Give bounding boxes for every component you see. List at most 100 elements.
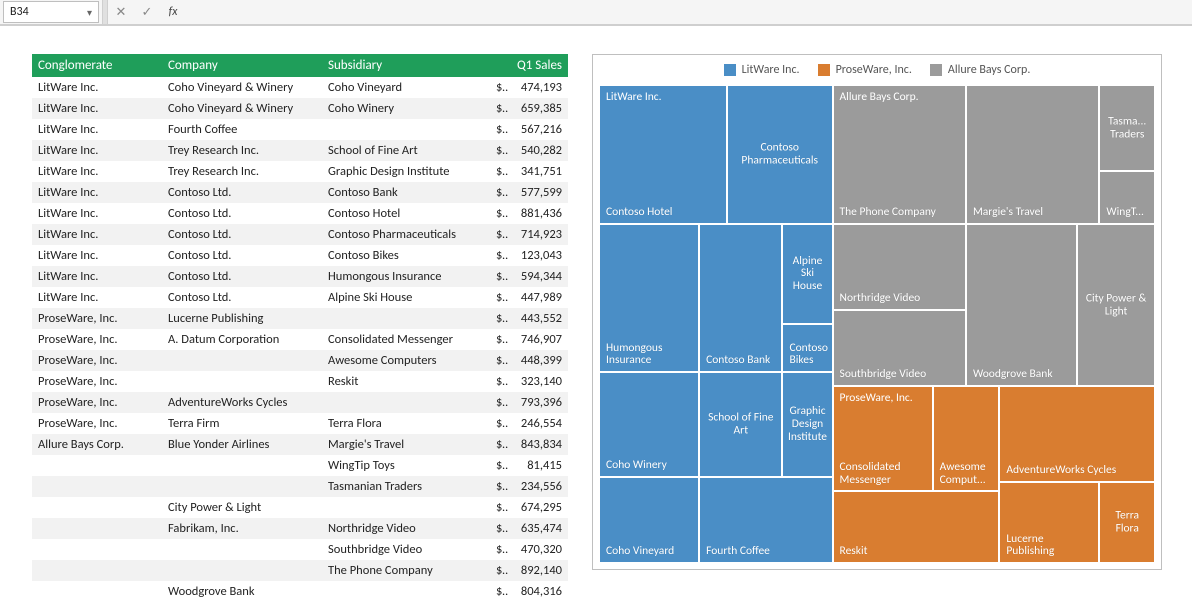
cell-company[interactable]: Coho Vineyard & Winery — [162, 98, 322, 119]
cell-subsidiary[interactable]: WingTip Toys — [322, 455, 490, 476]
treemap-chart[interactable]: LitWare Inc. ProseWare, Inc. Allure Bays… — [592, 54, 1162, 570]
cell-currency[interactable]: $ — [490, 392, 508, 413]
cell-currency[interactable]: $ — [490, 161, 508, 182]
tile-adventure[interactable]: AdventureWorks Cycles — [999, 386, 1155, 482]
table-row[interactable]: LitWare Inc.Contoso Ltd.Humongous Insura… — [32, 266, 568, 287]
header-conglomerate[interactable]: Conglomerate — [32, 54, 162, 77]
cell-currency[interactable]: $ — [490, 476, 508, 497]
cell-conglomerate[interactable] — [32, 518, 162, 539]
cell-company[interactable]: A. Datum Corporation — [162, 329, 322, 350]
header-subsidiary[interactable]: Subsidiary — [322, 54, 490, 77]
cell-currency[interactable]: $ — [490, 266, 508, 287]
cell-conglomerate[interactable]: LitWare Inc. — [32, 224, 162, 245]
cell-conglomerate[interactable]: LitWare Inc. — [32, 161, 162, 182]
cell-subsidiary[interactable]: Contoso Pharmaceuticals — [322, 224, 490, 245]
cancel-icon[interactable]: ✕ — [108, 0, 134, 24]
cell-value[interactable]: 447,989 — [508, 287, 568, 308]
header-company[interactable]: Company — [162, 54, 322, 77]
cell-currency[interactable]: $ — [490, 140, 508, 161]
cell-currency[interactable]: $ — [490, 455, 508, 476]
tile-reskit[interactable]: Reskit — [833, 491, 1000, 563]
tile-northridge[interactable]: Northridge Video — [833, 224, 966, 310]
cell-value[interactable]: 234,556 — [508, 476, 568, 497]
cell-subsidiary[interactable]: Tasmanian Traders — [322, 476, 490, 497]
tile-margies[interactable]: Margie's Travel — [966, 85, 1099, 224]
tile-lucerne[interactable]: Lucerne Publishing — [999, 482, 1099, 563]
table-row[interactable]: LitWare Inc.Contoso Ltd.Contoso Bank$577… — [32, 182, 568, 203]
cell-currency[interactable]: $ — [490, 350, 508, 371]
cell-value[interactable]: 635,474 — [508, 518, 568, 539]
cell-conglomerate[interactable]: LitWare Inc. — [32, 287, 162, 308]
cell-currency[interactable]: $ — [490, 329, 508, 350]
cell-subsidiary[interactable]: Terra Flora — [322, 413, 490, 434]
cell-subsidiary[interactable]: School of Fine Art — [322, 140, 490, 161]
cell-company[interactable] — [162, 371, 322, 392]
cell-company[interactable] — [162, 476, 322, 497]
cell-currency[interactable]: $ — [490, 413, 508, 434]
enter-icon[interactable]: ✓ — [134, 0, 160, 24]
cell-conglomerate[interactable]: ProseWare, Inc. — [32, 413, 162, 434]
table-row[interactable]: Tasmanian Traders$234,556 — [32, 476, 568, 497]
cell-company[interactable]: Contoso Ltd. — [162, 266, 322, 287]
cell-conglomerate[interactable]: ProseWare, Inc. — [32, 308, 162, 329]
cell-currency[interactable]: $ — [490, 77, 508, 98]
cell-company[interactable]: Lucerne Publishing — [162, 308, 322, 329]
cell-conglomerate[interactable]: ProseWare, Inc. — [32, 350, 162, 371]
tile-alpine[interactable]: Alpine Ski House — [782, 224, 832, 324]
treemap-plot-area[interactable]: LitWare Inc. Contoso Hotel Contoso Pharm… — [599, 85, 1155, 563]
table-row[interactable]: Southbridge Video$470,320 — [32, 539, 568, 560]
tile-contoso-bikes[interactable]: Contoso Bikes — [782, 324, 832, 372]
cell-conglomerate[interactable] — [32, 497, 162, 518]
table-row[interactable]: ProseWare, Inc.AdventureWorks Cycles$793… — [32, 392, 568, 413]
tile-contoso-hotel[interactable]: LitWare Inc. Contoso Hotel — [599, 85, 727, 224]
cell-conglomerate[interactable]: ProseWare, Inc. — [32, 329, 162, 350]
cell-value[interactable]: 448,399 — [508, 350, 568, 371]
cell-company[interactable]: Terra Firm — [162, 413, 322, 434]
cell-company[interactable]: Contoso Ltd. — [162, 203, 322, 224]
cell-value[interactable]: 123,043 — [508, 245, 568, 266]
cell-value[interactable]: 443,552 — [508, 308, 568, 329]
cell-subsidiary[interactable]: Coho Winery — [322, 98, 490, 119]
tile-coho-vineyard[interactable]: Coho Vineyard — [599, 477, 699, 563]
cell-value[interactable]: 659,385 — [508, 98, 568, 119]
cell-subsidiary[interactable] — [322, 497, 490, 518]
cell-company[interactable] — [162, 455, 322, 476]
table-row[interactable]: The Phone Company$892,140 — [32, 560, 568, 581]
cell-value[interactable]: 341,751 — [508, 161, 568, 182]
table-row[interactable]: LitWare Inc.Fourth Coffee$567,216 — [32, 119, 568, 140]
tile-coho-winery[interactable]: Coho Winery — [599, 372, 699, 477]
cell-currency[interactable]: $ — [490, 287, 508, 308]
tile-southbridge[interactable]: Southbridge Video — [833, 310, 966, 386]
cell-conglomerate[interactable]: LitWare Inc. — [32, 140, 162, 161]
cell-subsidiary[interactable]: Humongous Insurance — [322, 266, 490, 287]
cell-value[interactable]: 323,140 — [508, 371, 568, 392]
table-row[interactable]: LitWare Inc.Trey Research Inc.Graphic De… — [32, 161, 568, 182]
cell-currency[interactable]: $ — [490, 560, 508, 581]
cell-value[interactable]: 881,436 — [508, 203, 568, 224]
cell-value[interactable]: 594,344 — [508, 266, 568, 287]
tile-gdi[interactable]: Graphic Design Institute — [782, 372, 832, 477]
tile-phone-company[interactable]: Allure Bays Corp. The Phone Company — [833, 85, 966, 224]
legend-item-proseware[interactable]: ProseWare, Inc. — [818, 63, 912, 77]
cell-value[interactable]: 843,834 — [508, 434, 568, 455]
table-row[interactable]: WingTip Toys$81,415 — [32, 455, 568, 476]
cell-currency[interactable]: $ — [490, 119, 508, 140]
cell-currency[interactable]: $ — [490, 203, 508, 224]
tile-contoso-pharma[interactable]: Contoso Pharmaceuticals — [727, 85, 833, 224]
cell-company[interactable]: Coho Vineyard & Winery — [162, 77, 322, 98]
cell-value[interactable]: 746,907 — [508, 329, 568, 350]
cell-conglomerate[interactable]: ProseWare, Inc. — [32, 371, 162, 392]
cell-currency[interactable]: $ — [490, 224, 508, 245]
cell-subsidiary[interactable]: Contoso Bank — [322, 182, 490, 203]
tile-humongous[interactable]: Humongous Insurance — [599, 224, 699, 372]
cell-value[interactable]: 474,193 — [508, 77, 568, 98]
cell-subsidiary[interactable]: Contoso Hotel — [322, 203, 490, 224]
cell-value[interactable]: 793,396 — [508, 392, 568, 413]
cell-subsidiary[interactable]: Consolidated Messenger — [322, 329, 490, 350]
cell-value[interactable]: 567,216 — [508, 119, 568, 140]
cell-value[interactable]: 892,140 — [508, 560, 568, 581]
cell-currency[interactable]: $ — [490, 581, 508, 601]
cell-conglomerate[interactable] — [32, 476, 162, 497]
cell-company[interactable]: Contoso Ltd. — [162, 224, 322, 245]
cell-company[interactable]: Fourth Coffee — [162, 119, 322, 140]
